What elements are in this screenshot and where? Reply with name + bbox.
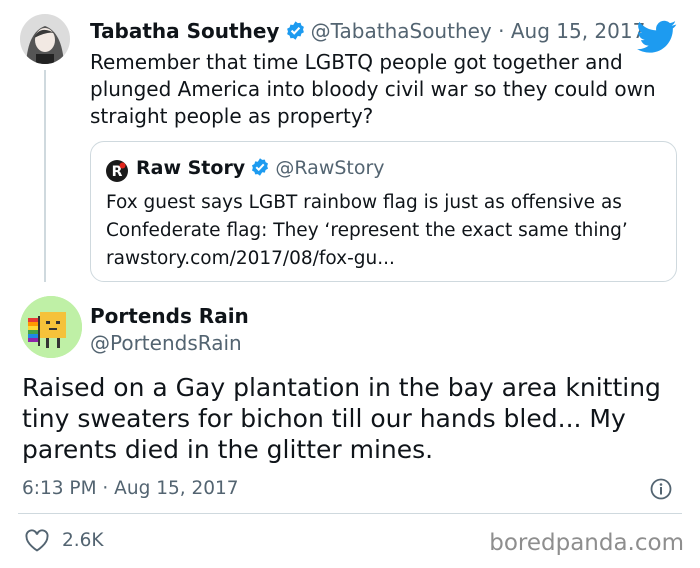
original-tweet-header: Tabatha Southey @TabathaSouthey · Aug 15…	[90, 19, 645, 45]
verified-badge-icon	[250, 157, 270, 181]
tweet-line: straight people as property?	[90, 104, 374, 128]
quote-link[interactable]: rawstory.com/2017/08/fox-gu...	[106, 245, 628, 273]
tabatha-avatar[interactable]	[20, 14, 70, 64]
quoted-tweet-header: Raw Story @RawStory	[136, 157, 385, 181]
quote-line: Confederate flag: They ‘represent the ex…	[106, 220, 628, 241]
reply-tweet-text: Raised on a Gay plantation in the bay ar…	[22, 372, 661, 465]
tabatha-handle-date[interactable]: @TabathaSouthey · Aug 15, 2017	[311, 19, 646, 43]
info-icon[interactable]	[650, 478, 672, 504]
reply-author: Portends Rain @PortendsRain	[90, 303, 249, 356]
quote-line: Fox guest says LGBT rainbow flag is just…	[106, 192, 622, 213]
tweet-line: Remember that time LGBTQ people got toge…	[90, 50, 623, 74]
portends-display-name[interactable]: Portends Rain	[90, 303, 249, 329]
reply-timestamp[interactable]: 6:13 PM · Aug 15, 2017	[22, 478, 239, 499]
verified-badge-icon	[285, 20, 306, 45]
portends-rain-avatar[interactable]	[20, 296, 82, 358]
boredpanda-watermark: boredpanda.com	[489, 530, 684, 556]
action-divider	[18, 513, 682, 514]
tweet-line: plunged America into bloody civil war so…	[90, 77, 656, 101]
original-tweet-text: Remember that time LGBTQ people got toge…	[90, 49, 656, 130]
quoted-tweet-text: Fox guest says LGBT rainbow flag is just…	[106, 189, 628, 273]
raw-story-logo-icon: R	[106, 160, 128, 186]
heart-icon	[25, 529, 49, 552]
portends-handle[interactable]: @PortendsRain	[90, 330, 249, 356]
quoted-tweet-card[interactable]: R Raw Story @RawStory Fox guest says LGB…	[90, 141, 677, 282]
like-button[interactable]	[24, 529, 50, 556]
rawstory-handle: @RawStory	[275, 157, 385, 179]
tabatha-display-name[interactable]: Tabatha Southey	[90, 19, 279, 43]
like-count[interactable]: 2.6K	[62, 530, 104, 551]
thread-connector-line	[44, 70, 46, 282]
reply-line: parents died in the glitter mines.	[22, 435, 434, 464]
rawstory-display-name: Raw Story	[136, 157, 246, 179]
reply-line: tiny sweaters for bichon till our hands …	[22, 404, 626, 433]
reply-line: Raised on a Gay plantation in the bay ar…	[22, 373, 661, 402]
